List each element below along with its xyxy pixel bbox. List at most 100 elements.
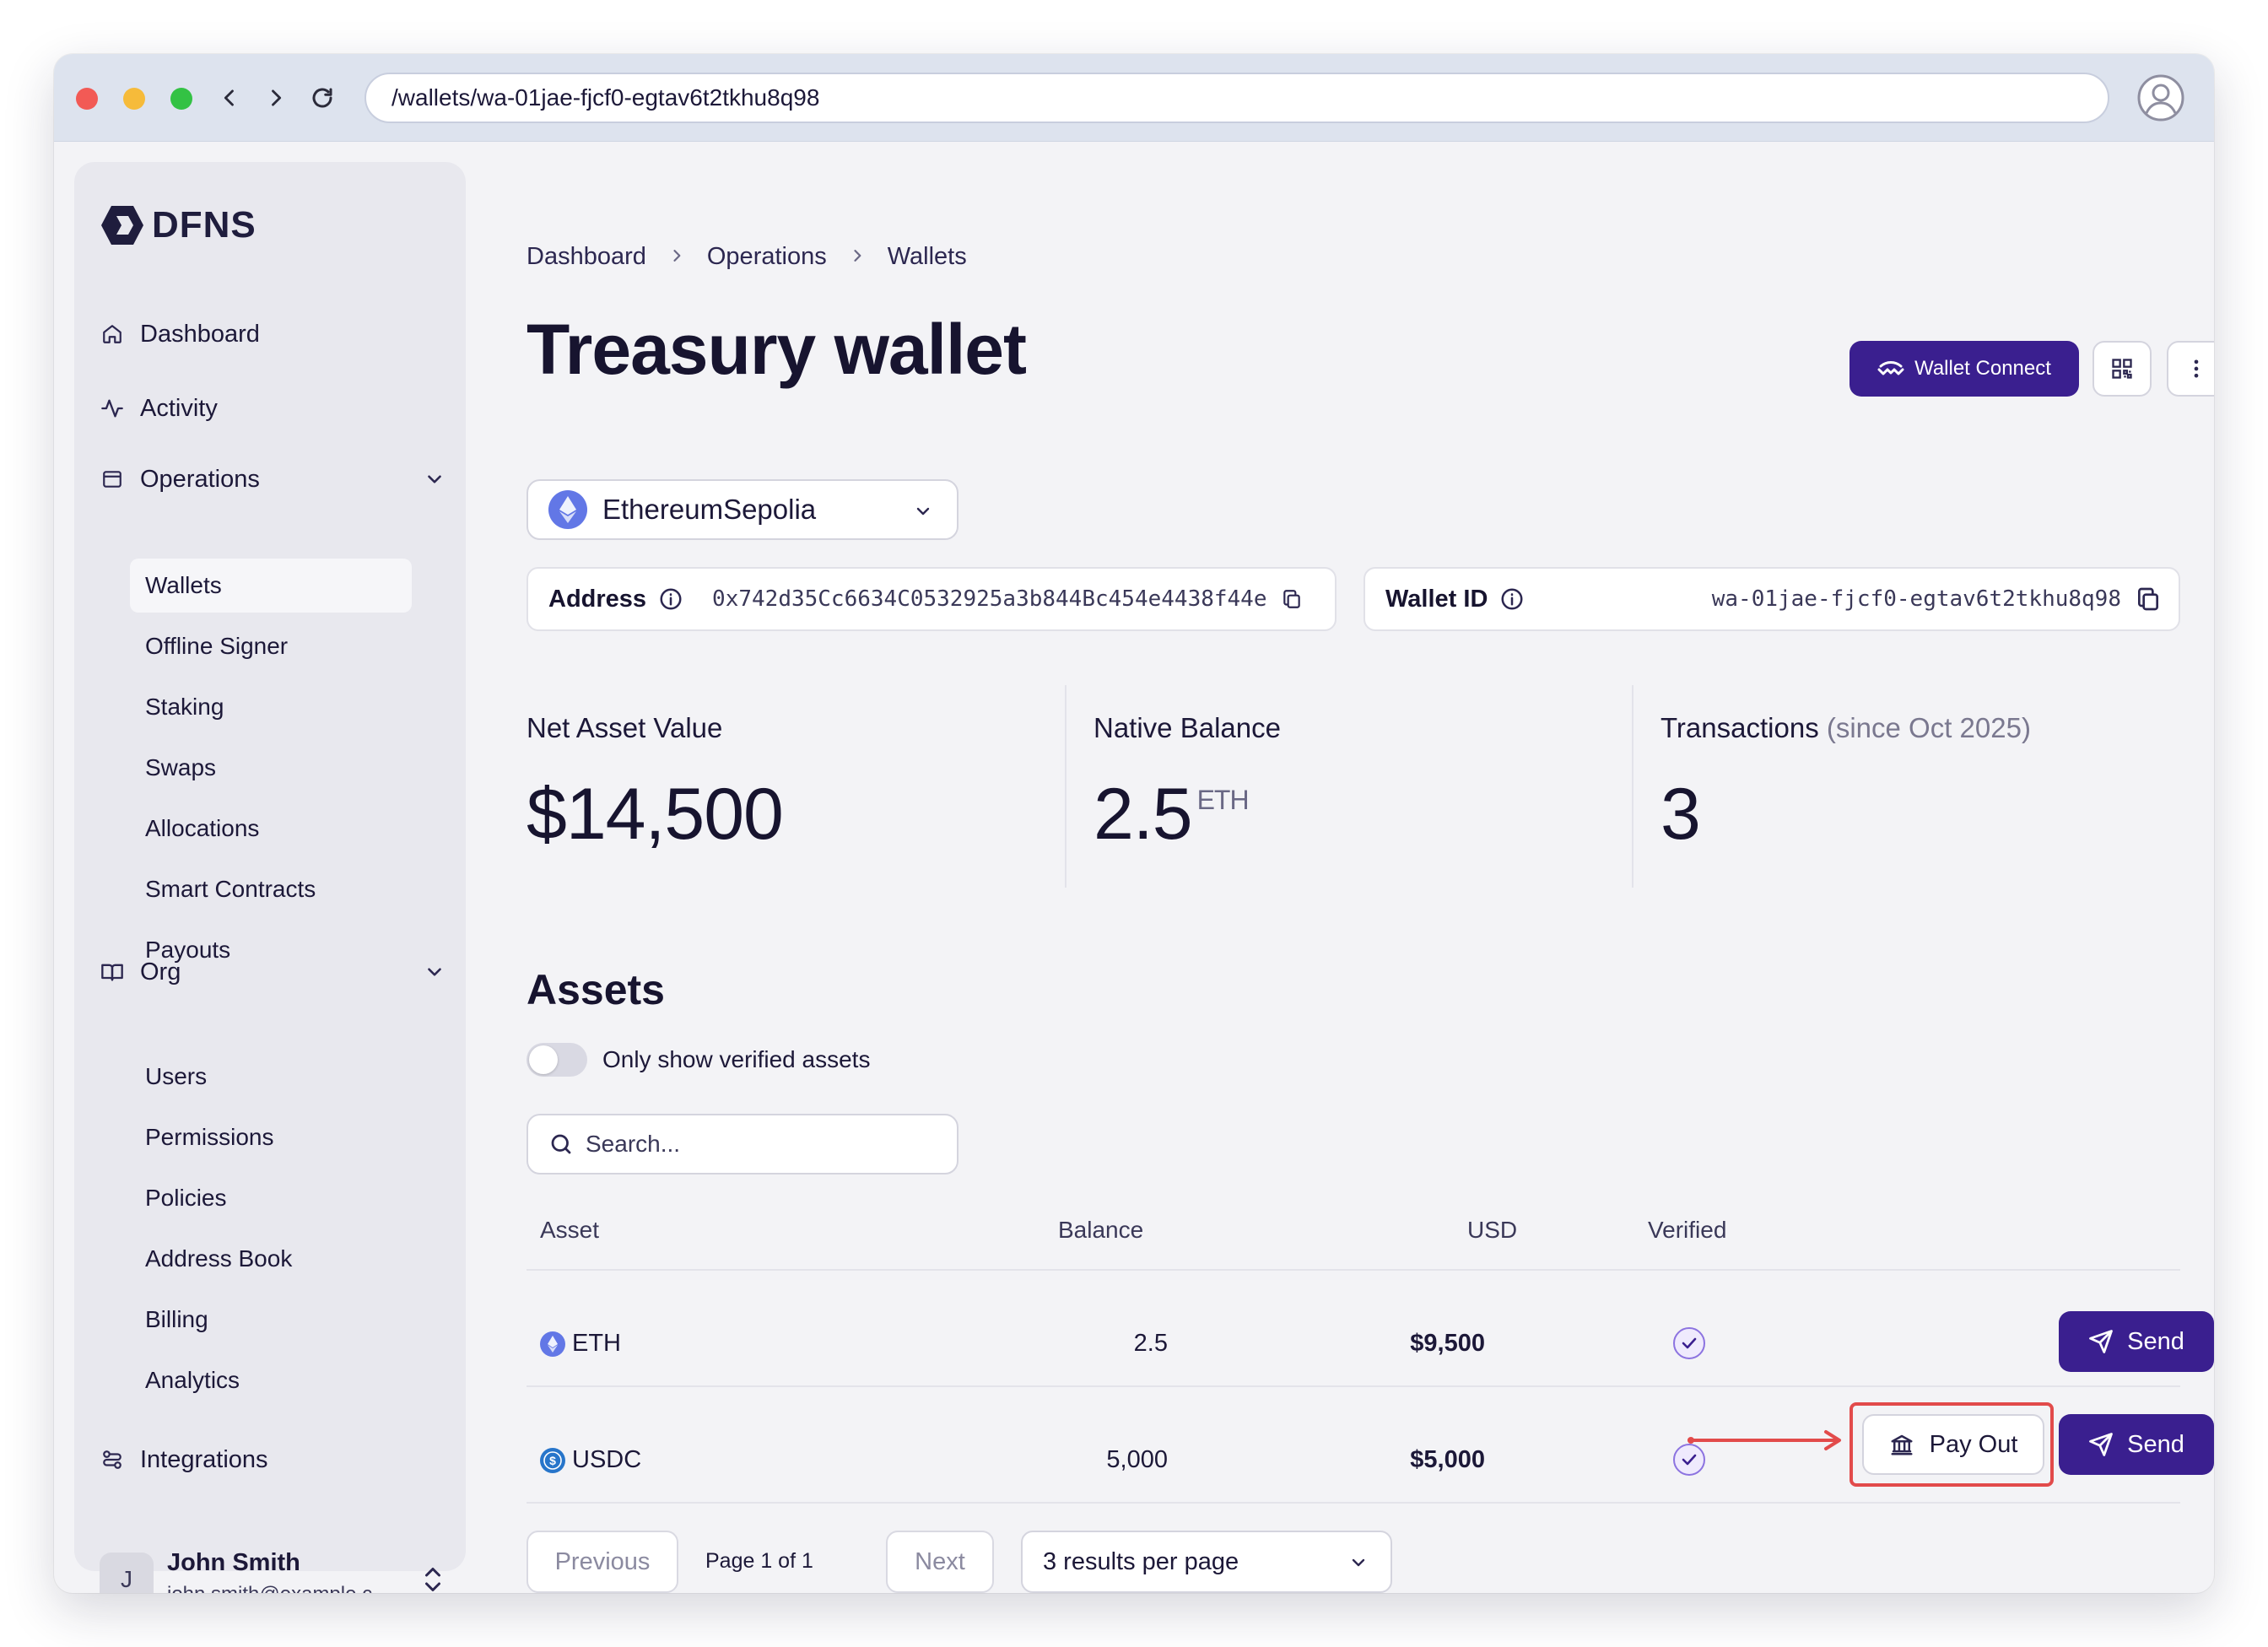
asset-usd: $9,500 xyxy=(1410,1330,1485,1357)
sidebar-item-label: Activity xyxy=(140,394,218,422)
send-icon xyxy=(2089,1330,2113,1353)
chevron-right-icon xyxy=(849,243,866,271)
dfns-logo[interactable]: DFNS xyxy=(100,204,256,246)
maximize-window-button[interactable] xyxy=(170,88,192,110)
more-vertical-icon xyxy=(2194,359,2199,378)
chevron-right-icon xyxy=(668,243,685,271)
sidebar-item-billing[interactable]: Billing xyxy=(130,1293,412,1347)
user-email: john.smith@example.c... xyxy=(167,1583,389,1593)
more-options-button[interactable] xyxy=(2167,341,2214,397)
qr-code-button[interactable] xyxy=(2092,341,2152,397)
sidebar-item-activity[interactable]: Activity xyxy=(100,390,218,427)
previous-page-button[interactable]: Previous xyxy=(526,1531,678,1593)
minimize-window-button[interactable] xyxy=(123,88,145,110)
forward-icon[interactable] xyxy=(257,79,294,116)
search-icon xyxy=(551,1134,571,1154)
book-icon xyxy=(100,959,125,985)
sidebar-item-dashboard[interactable]: Dashboard xyxy=(100,316,260,353)
sidebar-item-policies[interactable]: Policies xyxy=(130,1171,412,1225)
sidebar-item-org[interactable]: Org xyxy=(100,953,446,991)
sidebar-item-label: Billing xyxy=(145,1306,208,1332)
info-icon[interactable] xyxy=(1499,586,1525,612)
network-select[interactable]: EthereumSepolia xyxy=(526,479,958,540)
user-menu[interactable]: J John Smith john.smith@example.c... xyxy=(100,1542,446,1593)
payout-button-usdc[interactable]: Pay Out xyxy=(1862,1414,2044,1475)
column-header-balance: Balance xyxy=(1058,1217,1144,1243)
reload-icon[interactable] xyxy=(304,79,341,116)
payout-label: Pay Out xyxy=(1929,1430,2018,1458)
avatar: J xyxy=(100,1552,154,1593)
table-divider xyxy=(526,1385,2180,1387)
chevron-down-icon[interactable] xyxy=(424,468,446,490)
sidebar-item-label: Integrations xyxy=(140,1445,268,1473)
sidebar-item-label: Permissions xyxy=(145,1124,274,1150)
wallet-id-box: Wallet ID wa-01jae-fjcf0-egtav6t2tkhu8q9… xyxy=(1364,567,2180,631)
stat-note: (since Oct 2025) xyxy=(1826,712,2031,743)
toggle-knob xyxy=(529,1045,558,1074)
breadcrumb-operations[interactable]: Operations xyxy=(707,243,827,271)
address-label: Address xyxy=(548,585,647,613)
info-icon[interactable] xyxy=(658,586,683,612)
wallet-id-value: wa-01jae-fjcf0-egtav6t2tkhu8q98 xyxy=(1711,586,2121,612)
back-icon[interactable] xyxy=(211,79,248,116)
url-text: /wallets/wa-01jae-fjcf0-egtav6t2tkhu8q98 xyxy=(392,84,820,111)
page-title: Treasury wallet xyxy=(526,310,1027,389)
wallet-connect-button[interactable]: Wallet Connect xyxy=(1850,341,2079,397)
verified-toggle[interactable] xyxy=(526,1043,587,1077)
chevron-down-icon[interactable] xyxy=(424,961,446,983)
sidebar-item-swaps[interactable]: Swaps xyxy=(130,741,412,795)
close-window-button[interactable] xyxy=(76,88,98,110)
sidebar-item-address-book[interactable]: Address Book xyxy=(130,1232,412,1286)
verified-toggle-label: Only show verified assets xyxy=(602,1046,871,1072)
stat-transactions: Transactions (since Oct 2025) 3 xyxy=(1660,712,2031,856)
main-content: Dashboard Operations Wallets Treasury wa… xyxy=(526,142,2214,1593)
asset-balance: 2.5 xyxy=(1133,1330,1168,1357)
wallet-icon xyxy=(100,467,125,492)
sidebar-item-label: Users xyxy=(145,1063,208,1089)
sidebar-item-analytics[interactable]: Analytics xyxy=(130,1353,412,1407)
column-header-asset: Asset xyxy=(540,1217,600,1243)
table-row-eth-asset: ETH xyxy=(540,1330,621,1358)
sidebar-item-users[interactable]: Users xyxy=(130,1050,412,1104)
divider xyxy=(1632,685,1634,888)
sidebar-item-label: Analytics xyxy=(145,1367,240,1393)
copy-icon[interactable] xyxy=(1281,586,1303,612)
column-header-usd: USD xyxy=(1467,1217,1518,1243)
copy-icon[interactable] xyxy=(2135,586,2162,613)
chevron-up-down-icon[interactable] xyxy=(420,1564,446,1593)
search-input[interactable] xyxy=(586,1131,940,1158)
sidebar-item-allocations[interactable]: Allocations xyxy=(130,802,412,856)
url-bar[interactable]: /wallets/wa-01jae-fjcf0-egtav6t2tkhu8q98 xyxy=(364,73,2109,123)
breadcrumb-wallets[interactable]: Wallets xyxy=(888,243,967,271)
send-icon xyxy=(2089,1433,2113,1456)
next-label: Next xyxy=(915,1547,965,1575)
stat-label: Net Asset Value xyxy=(526,712,723,743)
sidebar-item-integrations[interactable]: Integrations xyxy=(100,1441,268,1478)
next-page-button[interactable]: Next xyxy=(886,1531,994,1593)
table-divider xyxy=(526,1269,2180,1271)
usdc-icon: $ xyxy=(540,1447,565,1473)
breadcrumb-dashboard[interactable]: Dashboard xyxy=(526,243,646,271)
send-label: Send xyxy=(2127,1327,2184,1355)
stat-value: 2.5 xyxy=(1094,774,1193,855)
sidebar-item-smart-contracts[interactable]: Smart Contracts xyxy=(130,862,412,916)
wallet-id-label: Wallet ID xyxy=(1385,585,1488,613)
send-button-eth[interactable]: Send xyxy=(2059,1311,2214,1372)
sidebar-item-operations[interactable]: Operations xyxy=(100,461,446,498)
sidebar-item-wallets[interactable]: Wallets xyxy=(130,559,412,613)
sidebar-item-permissions[interactable]: Permissions xyxy=(130,1110,412,1164)
stat-label: Native Balance xyxy=(1094,712,1281,743)
sidebar-item-label: Policies xyxy=(145,1185,227,1211)
network-select-value: EthereumSepolia xyxy=(602,494,817,525)
send-button-usdc[interactable]: Send xyxy=(2059,1414,2214,1475)
results-per-page-select[interactable]: 3 results per page xyxy=(1021,1531,1392,1593)
sidebar-item-staking[interactable]: Staking xyxy=(130,680,412,734)
stat-net-asset-value: Net Asset Value $14,500 xyxy=(526,712,784,856)
home-icon xyxy=(100,321,125,347)
verified-check-icon xyxy=(1673,1327,1705,1359)
sidebar-item-offline-signer[interactable]: Offline Signer xyxy=(130,619,412,673)
profile-icon[interactable] xyxy=(2136,73,2185,122)
walletconnect-icon xyxy=(1877,361,1904,375)
sidebar-item-label: Operations xyxy=(140,465,260,493)
browser-window: /wallets/wa-01jae-fjcf0-egtav6t2tkhu8q98… xyxy=(54,54,2214,1593)
